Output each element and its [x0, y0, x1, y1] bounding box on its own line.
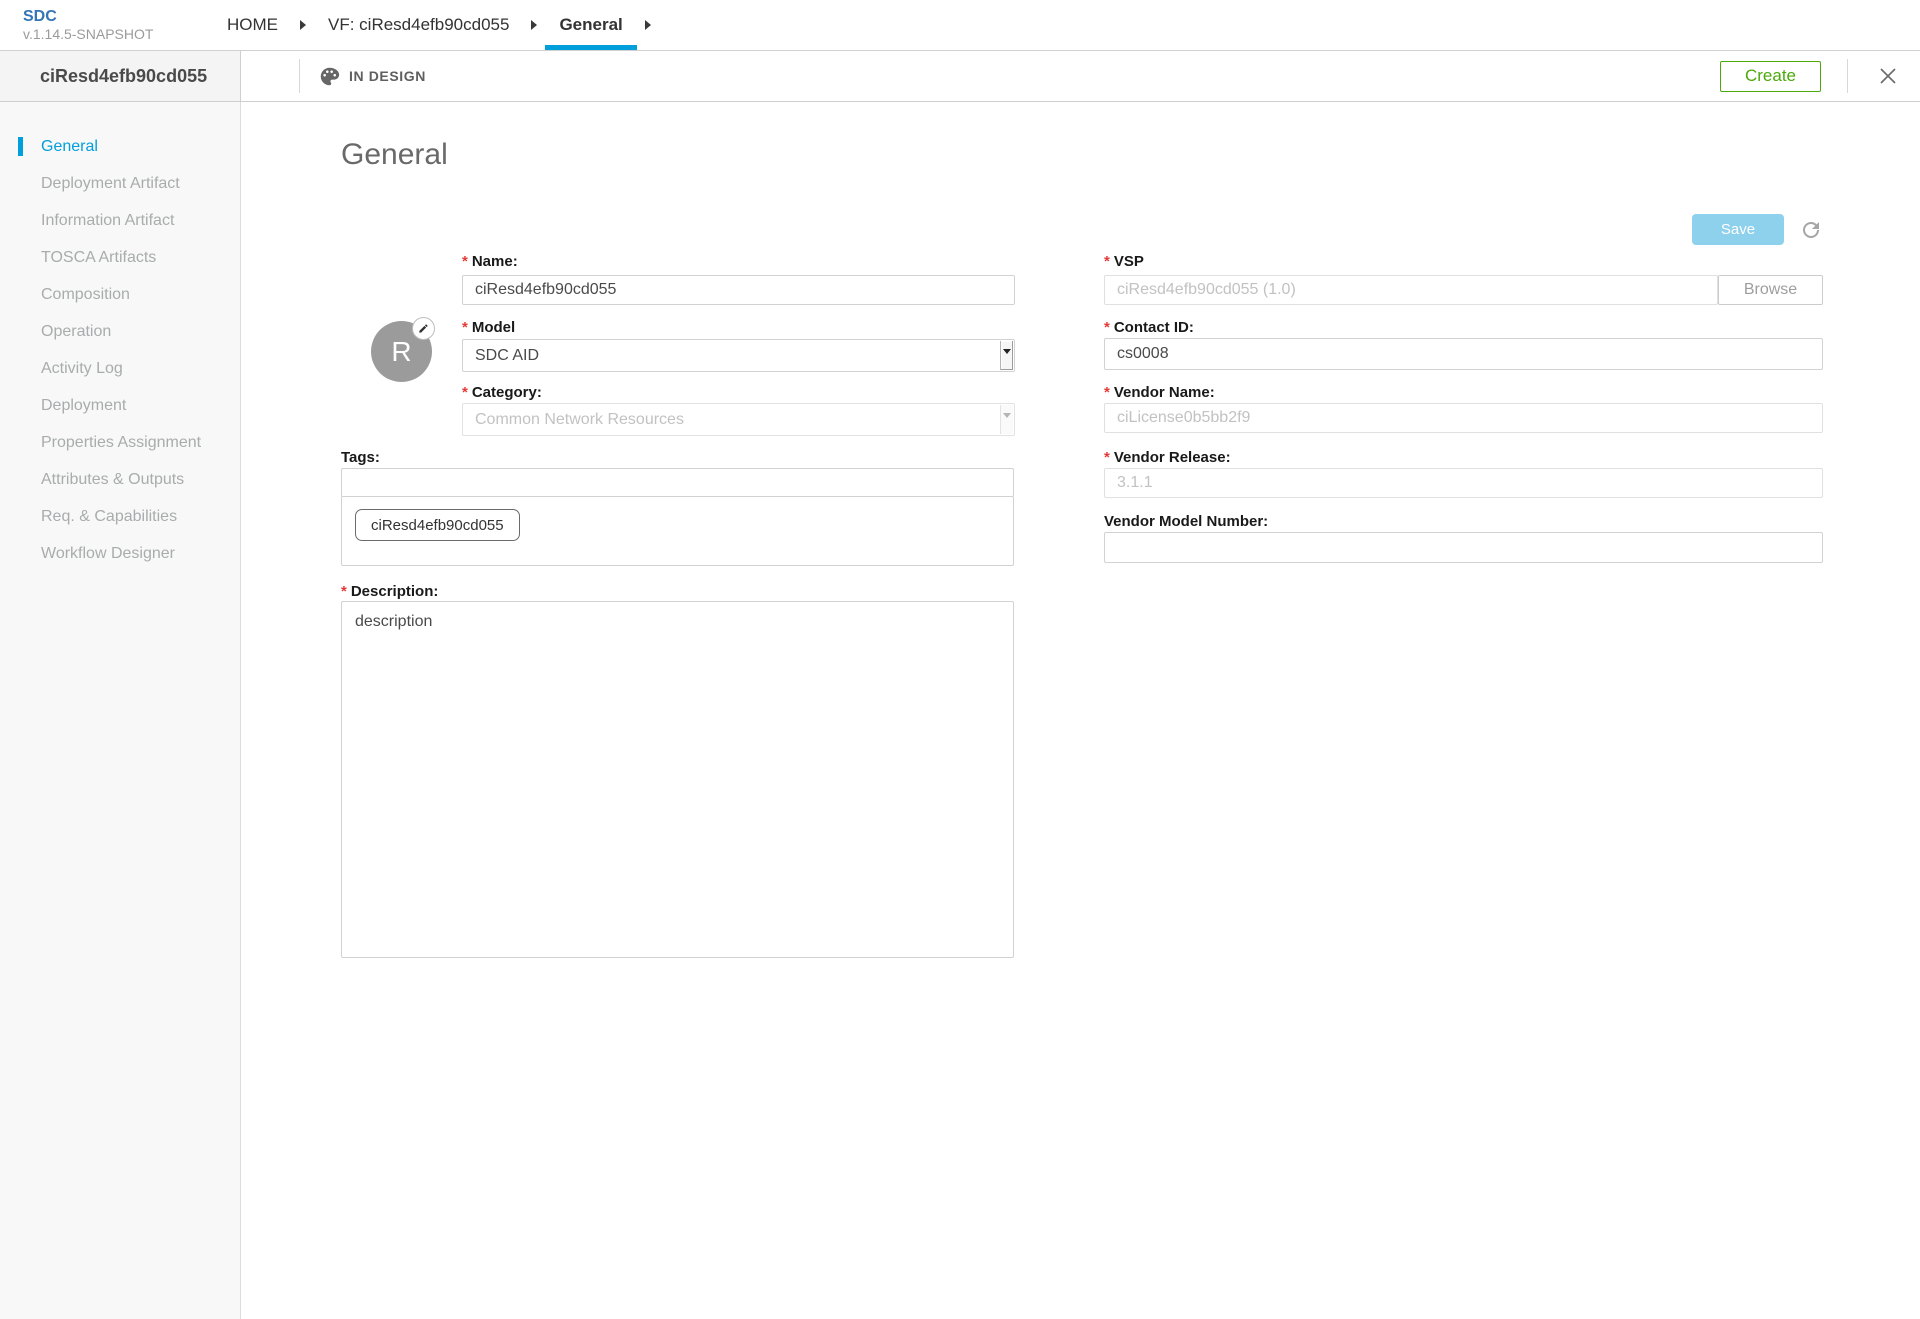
avatar-edit-button[interactable]: [412, 317, 435, 340]
panel-title-cell: ciResd4efb90cd055: [0, 51, 241, 101]
sidebar-item-information-artifact[interactable]: Information Artifact: [0, 202, 240, 239]
app-version: v.1.14.5-SNAPSHOT: [23, 26, 213, 43]
sub-header: ciResd4efb90cd055 IN DESIGN Create: [0, 51, 1920, 102]
breadcrumb-arrow-icon: [300, 20, 306, 30]
model-label: *Model: [462, 319, 515, 336]
required-mark: *: [462, 384, 468, 401]
required-mark: *: [1104, 449, 1110, 466]
tag-chip[interactable]: ciResd4efb90cd055: [355, 509, 520, 541]
sidebar-item-activity-log[interactable]: Activity Log: [0, 350, 240, 387]
create-button[interactable]: Create: [1720, 61, 1821, 92]
category-select[interactable]: Common Network Resources: [462, 403, 1015, 436]
category-label: *Category:: [462, 384, 542, 401]
divider: [299, 59, 300, 93]
revert-button[interactable]: [1799, 218, 1823, 242]
contact-id-label: *Contact ID:: [1104, 319, 1194, 336]
sidebar-item-deployment[interactable]: Deployment: [0, 387, 240, 424]
sidebar-item-workflow-designer[interactable]: Workflow Designer: [0, 535, 240, 572]
sidebar-item-composition[interactable]: Composition: [0, 276, 240, 313]
close-button[interactable]: [1874, 62, 1902, 90]
breadcrumb-home[interactable]: HOME: [213, 0, 292, 50]
required-mark: *: [1104, 384, 1110, 401]
vendor-name-input: [1104, 403, 1823, 433]
app-name: SDC: [23, 8, 213, 26]
required-mark: *: [1104, 253, 1110, 270]
status-text: IN DESIGN: [349, 68, 426, 84]
name-input[interactable]: [462, 275, 1015, 305]
required-mark: *: [341, 583, 347, 600]
sidebar-item-attributes-outputs[interactable]: Attributes & Outputs: [0, 461, 240, 498]
sidebar-item-req-capabilities[interactable]: Req. & Capabilities: [0, 498, 240, 535]
page-title: General: [341, 138, 448, 172]
top-bar: SDC v.1.14.5-SNAPSHOT HOME VF: ciResd4ef…: [0, 0, 1920, 51]
refresh-icon: [1799, 218, 1823, 242]
header-actions: Create: [1720, 59, 1920, 93]
status-zone: IN DESIGN Create: [241, 51, 1920, 101]
pencil-icon: [418, 323, 429, 334]
description-label: *Description:: [341, 583, 438, 600]
required-mark: *: [462, 319, 468, 336]
vendor-name-label: *Vendor Name:: [1104, 384, 1215, 401]
required-mark: *: [462, 253, 468, 270]
resource-title: ciResd4efb90cd055: [40, 66, 207, 87]
app-logo: SDC v.1.14.5-SNAPSHOT: [0, 0, 213, 50]
model-select[interactable]: SDC AID: [462, 339, 1015, 372]
dropdown-arrow-icon: [1000, 405, 1013, 434]
dropdown-arrow-icon: [1000, 341, 1013, 370]
sidebar-item-deployment-artifact[interactable]: Deployment Artifact: [0, 165, 240, 202]
lifecycle-status: IN DESIGN: [319, 66, 426, 87]
divider: [1847, 59, 1848, 93]
browse-button[interactable]: Browse: [1718, 275, 1823, 305]
breadcrumb-general[interactable]: General: [545, 0, 636, 50]
close-icon: [1879, 67, 1897, 85]
vendor-release-input: [1104, 468, 1823, 498]
description-textarea[interactable]: description: [341, 601, 1014, 958]
vsp-input: [1104, 275, 1718, 305]
breadcrumb: HOME VF: ciResd4efb90cd055 General: [213, 0, 659, 50]
name-label: *Name:: [462, 253, 518, 270]
vsp-label: *VSP: [1104, 253, 1144, 270]
vendor-model-number-label: Vendor Model Number:: [1104, 513, 1268, 530]
avatar-letter: R: [391, 336, 411, 368]
general-form-page: General Save R *Name: *Model SDC AID *Ca…: [241, 102, 1920, 1319]
save-button[interactable]: Save: [1692, 214, 1784, 245]
model-select-value: SDC AID: [475, 347, 539, 365]
tags-label: Tags:: [341, 449, 380, 466]
palette-icon: [319, 66, 340, 87]
breadcrumb-arrow-icon: [531, 20, 537, 30]
sidebar-nav: General Deployment Artifact Information …: [0, 102, 241, 1319]
sidebar-item-general[interactable]: General: [0, 128, 240, 165]
category-select-value: Common Network Resources: [475, 411, 684, 429]
sidebar-item-tosca-artifacts[interactable]: TOSCA Artifacts: [0, 239, 240, 276]
required-mark: *: [1104, 319, 1110, 336]
breadcrumb-vf[interactable]: VF: ciResd4efb90cd055: [314, 0, 523, 50]
tags-input[interactable]: [341, 468, 1014, 497]
breadcrumb-arrow-icon: [645, 20, 651, 30]
tags-list: ciResd4efb90cd055: [341, 496, 1014, 566]
contact-id-input[interactable]: [1104, 338, 1823, 370]
vendor-release-label: *Vendor Release:: [1104, 449, 1231, 466]
vendor-model-number-input[interactable]: [1104, 532, 1823, 563]
sidebar-item-operation[interactable]: Operation: [0, 313, 240, 350]
sidebar-item-properties-assignment[interactable]: Properties Assignment: [0, 424, 240, 461]
